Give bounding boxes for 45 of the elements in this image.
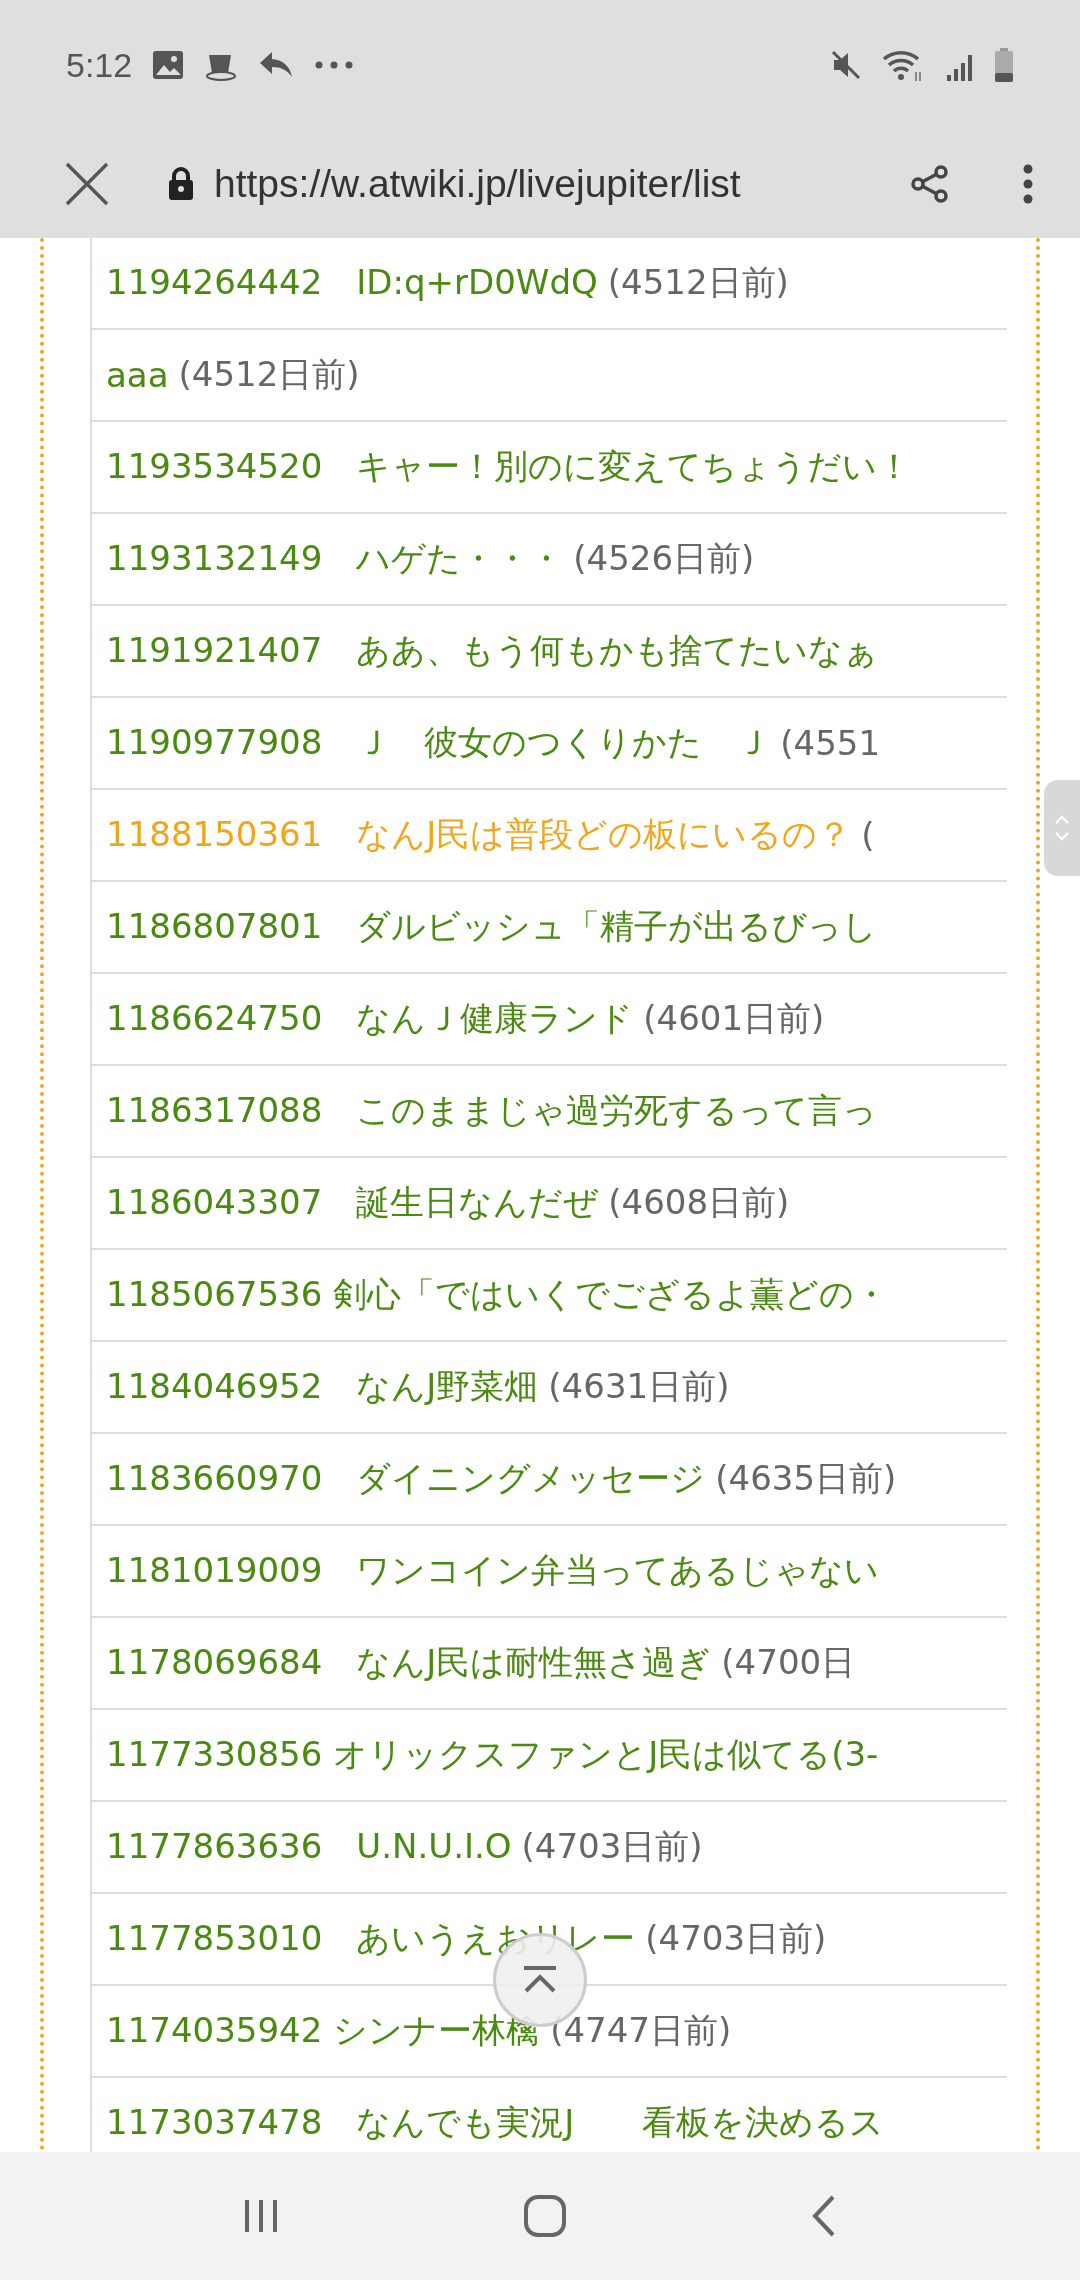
- date-text: (4703日前): [645, 1917, 827, 1960]
- date-text: (4526日前): [573, 537, 755, 580]
- date-text: (4512日前): [178, 353, 360, 396]
- scroll-handle[interactable]: [1044, 780, 1080, 876]
- thread-link[interactable]: 1186807801 ダルビッシュ「精子が出るびっし: [106, 904, 878, 950]
- thread-link[interactable]: 1181019009 ワンコイン弁当ってあるじゃない: [106, 1548, 880, 1594]
- thread-link[interactable]: 1184046952 なんJ野菜畑: [106, 1364, 539, 1410]
- close-icon: [64, 161, 110, 207]
- status-time: 5:12: [66, 45, 133, 85]
- home-icon: [523, 2194, 567, 2238]
- thread-link[interactable]: aaa: [106, 355, 169, 395]
- date-text: (4631日前): [548, 1365, 730, 1408]
- thread-link[interactable]: 1186317088 このままじゃ過労死するって言っ: [106, 1088, 878, 1134]
- thread-link[interactable]: 1173037478 なんでも実況J 看板を決めるス: [106, 2100, 885, 2146]
- date-text: (4601日前): [643, 997, 825, 1040]
- thread-link[interactable]: 1186624750 なんＪ健康ランド: [106, 996, 634, 1042]
- thread-link[interactable]: 1185067536 剣心「ではいくでござるよ薫どの・: [106, 1272, 889, 1318]
- thread-link[interactable]: 1190977908 Ｊ 彼女のつくりかた Ｊ: [106, 720, 771, 766]
- more-icon: [314, 60, 355, 70]
- thread-link[interactable]: 1191921407 ああ、もう何もかも捨てたいなぁ: [106, 628, 879, 674]
- thread-link[interactable]: 1186043307 誕生日なんだぜ: [106, 1180, 599, 1226]
- image-icon: [152, 50, 185, 80]
- thread-link[interactable]: 1177863636 U.N.U.I.O: [106, 1824, 512, 1870]
- thread-link[interactable]: 1183660970 ダイニングメッセージ: [106, 1456, 706, 1502]
- chevron-up-icon: [1054, 814, 1070, 824]
- thread-link[interactable]: 1193534520 キャー！別のに変えてちょうだい！: [106, 444, 912, 490]
- thread-link[interactable]: 1177330856 オリックスファンとJ民は似てる(3-: [106, 1732, 879, 1778]
- date-text: (: [861, 815, 875, 855]
- thread-link[interactable]: 1194264442 ID:q+rD0WdQ: [106, 260, 598, 306]
- mute-icon: [830, 49, 862, 81]
- date-text: (4747日前): [550, 2009, 732, 2052]
- date-text: (4703日前): [521, 1825, 703, 1868]
- battery-icon: [994, 48, 1014, 82]
- date-text: (4551: [780, 723, 881, 763]
- share-icon: [910, 164, 950, 204]
- thread-link[interactable]: 1193132149 ハゲた・・・: [106, 536, 564, 582]
- date-text: (4512日前): [607, 261, 789, 304]
- date-text: (4700日: [721, 1641, 856, 1684]
- date-text: (4608日前): [608, 1181, 790, 1224]
- date-text: (4635日前): [715, 1457, 897, 1500]
- chevron-down-icon: [1054, 832, 1070, 842]
- url-text[interactable]: https://w.atwiki.jp/livejupiter/list: [214, 162, 904, 206]
- thread-link[interactable]: 1178069684 なんJ民は耐性無さ過ぎ: [106, 1640, 712, 1686]
- lock-icon: [166, 166, 196, 202]
- menu-icon: [1022, 164, 1034, 204]
